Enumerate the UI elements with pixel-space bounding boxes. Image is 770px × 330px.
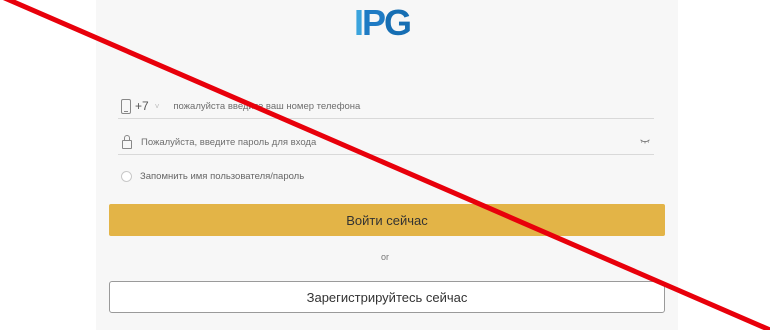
logo-letter-i: I	[354, 2, 364, 43]
logo-letter-p: P	[362, 2, 386, 43]
remember-me[interactable]: Запомнить имя пользователя/пароль	[121, 171, 304, 182]
password-field	[118, 130, 654, 155]
country-code-select[interactable]: +7	[135, 99, 149, 113]
remember-label: Запомнить имя пользователя/пароль	[140, 171, 305, 182]
phone-field: +7 ˅	[118, 94, 654, 119]
chevron-down-icon[interactable]: ˅	[155, 102, 160, 111]
password-input[interactable]	[141, 132, 621, 152]
eye-closed-icon[interactable]	[640, 139, 650, 144]
login-page: I P G +7 ˅ Запомнить имя пользователя/па…	[0, 0, 770, 330]
phone-icon	[121, 98, 131, 114]
login-button[interactable]: Войти сейчас	[109, 204, 665, 236]
lock-icon	[122, 135, 132, 149]
remember-radio[interactable]	[121, 171, 132, 182]
or-separator: or	[380, 252, 389, 262]
register-button[interactable]: Зарегистрируйтесь сейчас	[109, 281, 665, 313]
phone-input[interactable]	[173, 96, 534, 116]
ipg-logo: I P G	[354, 2, 412, 43]
logo-letter-g: G	[384, 2, 412, 43]
